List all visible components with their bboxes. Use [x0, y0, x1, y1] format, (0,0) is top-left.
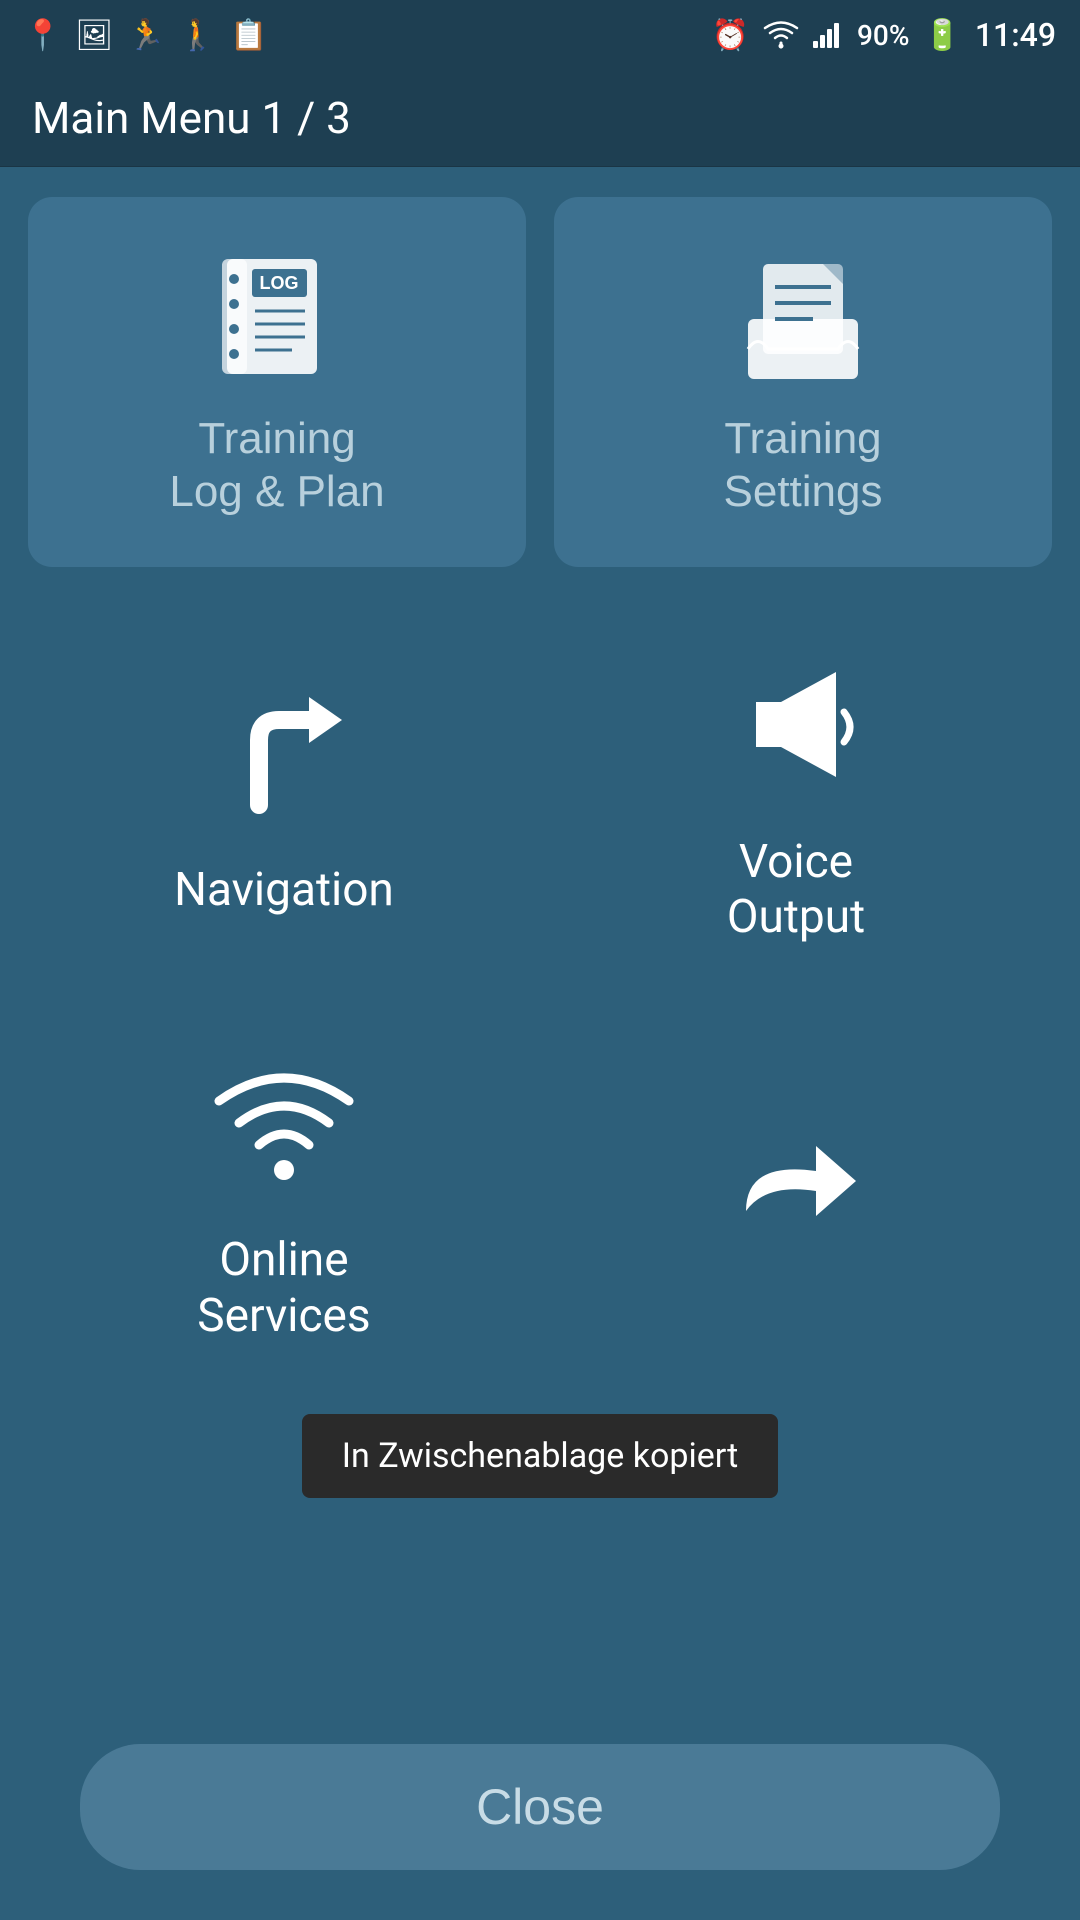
status-icons-right: ⏰ 90% 🔋 11:49 [712, 16, 1056, 54]
toast-container: In Zwischenablage kopiert [28, 1414, 1052, 1528]
log-icon: LOG [207, 249, 347, 389]
header: Main Menu 1 / 3 [0, 70, 1080, 167]
training-settings-label: Training Settings [724, 413, 883, 519]
status-bar: 📍 🖼 🏃 🚶 📋 ⏰ [0, 0, 1080, 70]
settings-doc-icon [733, 249, 873, 389]
navigation-label: Navigation [174, 863, 394, 918]
clipboard-toast: In Zwischenablage kopiert [302, 1414, 778, 1498]
running-icon: 🏃 [127, 18, 164, 53]
online-services-button[interactable]: Online Services [28, 1005, 540, 1383]
voice-output-button[interactable]: Voice Output [540, 607, 1052, 985]
wifi-services-icon [204, 1045, 364, 1205]
image-icon: 🖼 [75, 18, 113, 53]
bottom-row: Online Services [28, 1005, 1052, 1383]
navigation-icon [204, 675, 364, 835]
share-icon [716, 1101, 876, 1261]
close-button[interactable]: Close [80, 1744, 1000, 1870]
close-button-container: Close [0, 1724, 1080, 1920]
alarm-icon: ⏰ [712, 18, 749, 53]
clipboard-icon: 📋 [230, 18, 267, 53]
battery-percent: 90% [857, 19, 909, 52]
wifi-icon [763, 21, 799, 49]
top-buttons-row: LOG Training Log & Plan [28, 197, 1052, 567]
voice-output-label: Voice Output [727, 835, 865, 945]
time-display: 11:49 [975, 16, 1056, 54]
middle-row: Navigation Voice Output [28, 607, 1052, 985]
svg-text:LOG: LOG [260, 273, 299, 293]
training-log-button[interactable]: LOG Training Log & Plan [28, 197, 526, 567]
online-services-label: Online Services [197, 1233, 370, 1343]
walking-icon: 🚶 [179, 18, 216, 53]
status-icons-left: 📍 🖼 🏃 🚶 📋 [24, 18, 268, 53]
battery-icon: 🔋 [923, 18, 960, 53]
training-settings-button[interactable]: Training Settings [554, 197, 1052, 567]
page-title: Main Menu 1 / 3 [32, 92, 351, 144]
location-icon: 📍 [24, 18, 61, 53]
training-log-label: Training Log & Plan [169, 413, 384, 519]
main-content: LOG Training Log & Plan [0, 167, 1080, 1724]
navigation-button[interactable]: Navigation [28, 607, 540, 985]
share-button[interactable] [540, 1005, 1052, 1383]
signal-icon [813, 21, 843, 49]
megaphone-icon [716, 647, 876, 807]
